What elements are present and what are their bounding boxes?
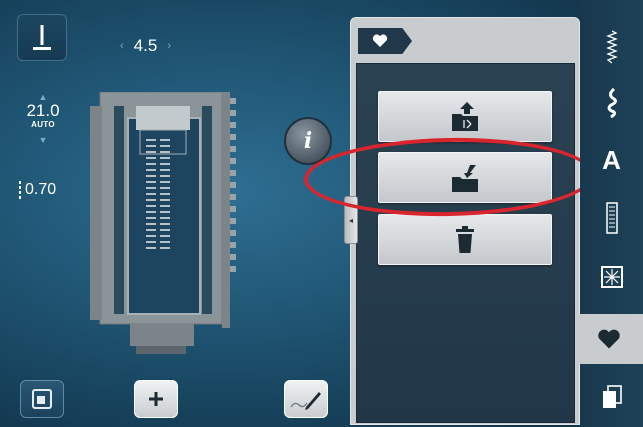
width-increase-arrow[interactable]: › xyxy=(167,40,171,52)
folder-upload-icon xyxy=(452,101,478,131)
presser-foot-indicator-button[interactable] xyxy=(20,380,64,418)
sidebar-item-personal-program[interactable] xyxy=(575,314,643,364)
personal-program-tab[interactable] xyxy=(358,28,412,54)
tension-value: 0.70 xyxy=(25,181,57,198)
tension-control[interactable]: 0.70 xyxy=(18,181,56,199)
sidebar-item-practical-stitches[interactable] xyxy=(580,22,643,72)
panel-collapse-handle[interactable]: ◂ xyxy=(344,196,358,244)
needle-position-icon xyxy=(19,181,21,199)
trash-icon xyxy=(456,225,474,253)
width-decrease-arrow[interactable]: ‹ xyxy=(120,40,124,52)
heart-icon xyxy=(372,34,388,47)
delete-button[interactable] xyxy=(378,214,552,265)
length-decrease-arrow[interactable]: ▼ xyxy=(20,135,66,145)
quilt-icon xyxy=(600,266,623,288)
buttonhole-foot-graphic xyxy=(90,92,236,354)
save-to-folder-button[interactable] xyxy=(378,91,552,142)
stitch-length-value: 21.0 xyxy=(26,101,60,120)
sidebar-item-decorative-stitches[interactable] xyxy=(580,78,643,128)
sidebar-item-memory[interactable] xyxy=(580,372,643,422)
needle-position-button[interactable] xyxy=(17,14,67,61)
stitch-width-control[interactable]: ‹ 4.5 › xyxy=(120,36,171,56)
heart-icon xyxy=(598,329,620,348)
sidebar-item-quilt-stitches[interactable] xyxy=(580,252,643,302)
sidebar-item-alphabets[interactable]: A xyxy=(580,135,643,185)
zigzag-stitch-icon xyxy=(605,30,618,64)
stitch-width-value: 4.5 xyxy=(133,36,158,55)
add-button[interactable] xyxy=(134,380,178,418)
sidebar-item-buttonholes[interactable] xyxy=(580,193,643,243)
square-icon xyxy=(32,389,52,409)
pen-line-icon xyxy=(290,392,321,410)
stitch-length-control[interactable]: ▲ 21.0 AUTO ▼ xyxy=(20,92,66,145)
stitch-editor-button[interactable] xyxy=(284,380,328,418)
pages-icon xyxy=(602,385,622,408)
plus-icon xyxy=(149,392,163,406)
decorative-stitch-icon xyxy=(607,88,617,118)
folder-download-icon xyxy=(452,164,478,192)
load-from-folder-button[interactable] xyxy=(378,152,552,203)
stitch-length-mode: AUTO xyxy=(31,120,55,129)
buttonhole-icon xyxy=(605,202,618,234)
info-button[interactable]: i xyxy=(284,117,332,165)
needle-icon xyxy=(33,24,51,50)
